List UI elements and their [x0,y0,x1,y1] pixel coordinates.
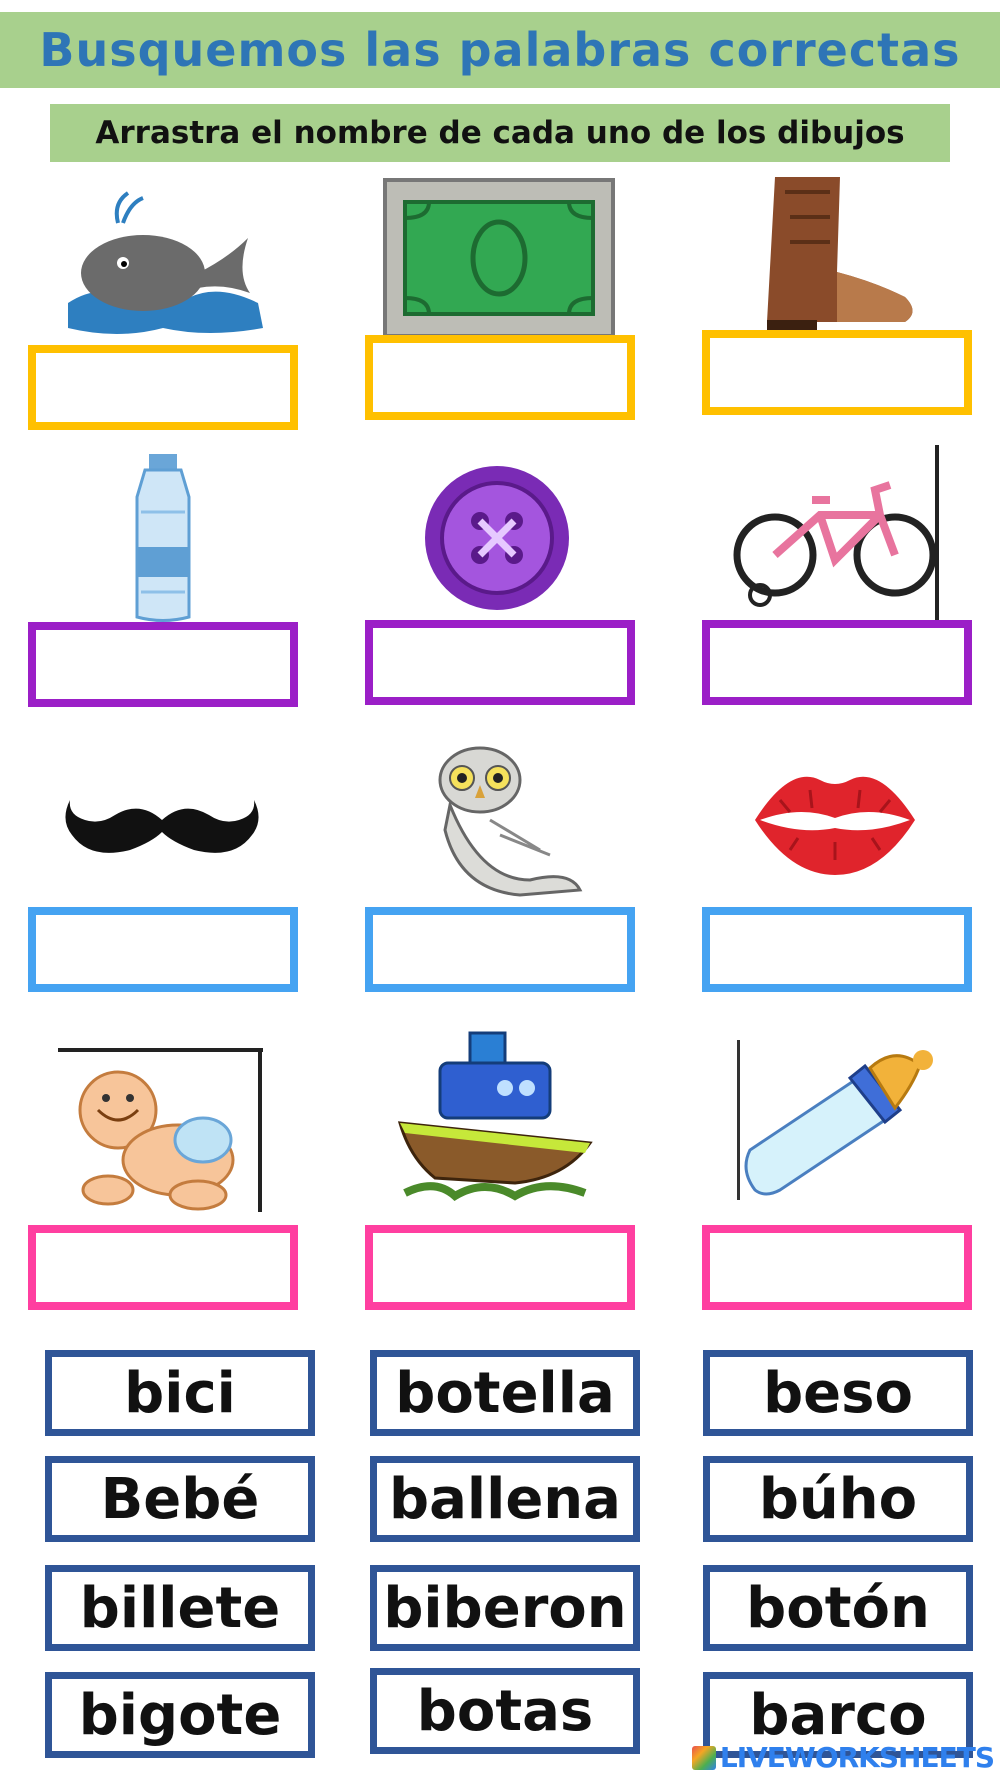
page-title: Busquemos las palabras correctas [39,23,961,77]
mustache-icon [60,780,265,900]
cowboy-boot-icon [745,172,920,337]
water-bottle-icon [85,452,240,624]
word-tile[interactable]: ballena [370,1456,640,1542]
whale-icon [58,178,268,343]
baby-bottle-icon [735,1040,935,1200]
instruction-banner: Arrastra el nombre de cada uno de los di… [50,104,950,162]
word-tile[interactable]: biberon [370,1565,640,1651]
answer-slot[interactable] [702,330,972,415]
owl-icon [420,740,590,900]
boat-icon [395,1028,595,1208]
answer-slot[interactable] [28,345,298,430]
lips-kiss-icon [750,750,920,895]
instruction-text: Arrastra el nombre de cada uno de los di… [95,115,905,151]
answer-slot[interactable] [702,1225,972,1310]
answer-slot[interactable] [365,335,635,420]
word-tile[interactable]: beso [703,1350,973,1436]
liveworksheets-logo: LIVEWORKSHEETS [691,1741,995,1774]
button-icon [418,463,576,613]
title-banner: Busquemos las palabras correctas [0,12,1000,88]
word-tile[interactable]: billete [45,1565,315,1651]
liveworksheets-mark-icon [691,1745,716,1770]
word-tile[interactable]: búho [703,1456,973,1542]
word-tile[interactable]: botas [370,1668,640,1754]
brand-text: LIVEWORKSHEETS [719,1741,995,1774]
answer-slot[interactable] [365,907,635,992]
answer-slot[interactable] [702,907,972,992]
answer-slot[interactable] [28,622,298,707]
word-tile[interactable]: bici [45,1350,315,1436]
answer-slot[interactable] [702,620,972,705]
bicycle-icon [730,445,942,620]
word-tile[interactable]: bigote [45,1672,315,1758]
answer-slot[interactable] [28,1225,298,1310]
word-tile[interactable]: botón [703,1565,973,1651]
baby-icon [58,1040,263,1212]
word-tile[interactable]: botella [370,1350,640,1436]
answer-slot[interactable] [365,620,635,705]
banknote-icon [383,178,615,338]
answer-slot[interactable] [365,1225,635,1310]
answer-slot[interactable] [28,907,298,992]
word-tile[interactable]: Bebé [45,1456,315,1542]
